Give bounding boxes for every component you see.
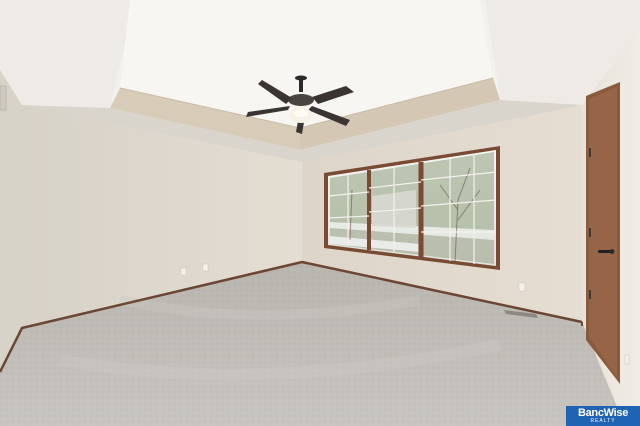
wall-vent xyxy=(0,85,7,111)
room-scene xyxy=(0,0,640,426)
door xyxy=(586,82,620,384)
watermark-sub: REALTY xyxy=(590,418,616,424)
room-photo: BancWise REALTY xyxy=(0,0,640,426)
brand-watermark: BancWise REALTY xyxy=(566,406,640,426)
left-wall xyxy=(0,70,22,372)
